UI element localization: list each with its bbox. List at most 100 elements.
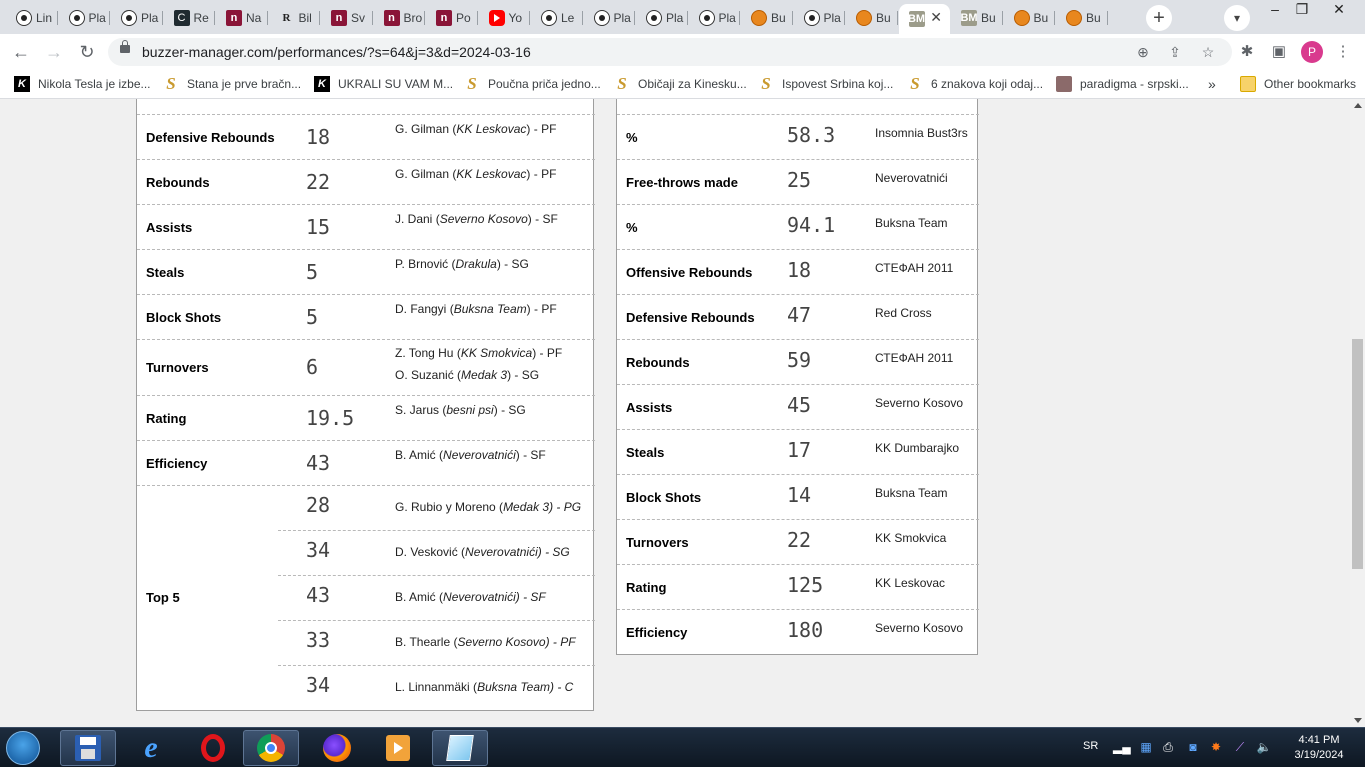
top5-player[interactable]: B. Thearle (Severno Kosovo) - PF: [395, 635, 576, 649]
browser-tab[interactable]: Le: [531, 5, 583, 31]
reload-button[interactable]: ↻: [75, 40, 99, 64]
browser-tab[interactable]: Pla: [689, 5, 740, 31]
browser-tab[interactable]: n Bro: [374, 5, 425, 31]
bookmark-star-icon[interactable]: ☆: [1197, 41, 1219, 63]
other-bookmarks[interactable]: Other bookmarks: [1240, 76, 1356, 92]
browser-tab[interactable]: Pla: [794, 5, 845, 31]
bookmark-item[interactable]: S Običaji za Kinesku...: [614, 74, 746, 93]
system-clock[interactable]: 4:41 PM 3/19/2024: [1284, 733, 1354, 763]
stat-row: Efficiency 43 B. Amić (Neverovatnići) - SF: [137, 441, 595, 486]
forward-button[interactable]: →: [42, 40, 66, 64]
menu-icon[interactable]: ⋮: [1331, 40, 1355, 64]
url-text[interactable]: buzzer-manager.com/performances/?s=64&j=…: [142, 44, 531, 60]
scroll-down-icon[interactable]: [1354, 718, 1362, 723]
avast-icon[interactable]: ✸: [1208, 739, 1224, 755]
team-name[interactable]: Red Cross: [875, 306, 932, 320]
browser-tab[interactable]: Pla: [111, 5, 163, 31]
language-indicator[interactable]: SR: [1083, 740, 1098, 752]
browser-tab[interactable]: n Na: [216, 5, 268, 31]
volume-icon[interactable]: 🔈: [1256, 739, 1272, 755]
stat-label: Efficiency: [626, 625, 688, 640]
taskbar-app-opera[interactable]: [185, 730, 241, 766]
team-name[interactable]: KK Leskovac: [875, 576, 945, 590]
bookmark-item[interactable]: S Poučna priča jedno...: [464, 74, 600, 93]
bookmark-item[interactable]: K UKRALI SU VAM M...: [314, 76, 453, 92]
top5-player[interactable]: L. Linnanmäki (Buksna Team) - C: [395, 680, 573, 694]
browser-tab[interactable]: Pla: [59, 5, 110, 31]
record-holder[interactable]: G. Gilman (KK Leskovac) - PF: [395, 167, 556, 181]
record-holder[interactable]: P. Brnović (Drakula) - SG: [395, 257, 529, 271]
browser-tab[interactable]: Yo: [479, 5, 530, 31]
bookmark-item[interactable]: paradigma - srpski...: [1056, 76, 1189, 92]
share-icon[interactable]: ⇪: [1164, 41, 1186, 63]
lock-icon[interactable]: [120, 40, 130, 53]
feather-icon[interactable]: ⟋: [1232, 739, 1248, 755]
team-name[interactable]: Severno Kosovo: [875, 396, 963, 410]
top5-player[interactable]: B. Amić (Neverovatnići) - SF: [395, 590, 546, 604]
close-tab-icon[interactable]: ✕: [930, 9, 942, 26]
taskbar-app-media[interactable]: [370, 730, 426, 766]
zoom-icon[interactable]: ⊕: [1132, 41, 1154, 63]
browser-tab[interactable]: R Bil: [269, 5, 320, 31]
team-name[interactable]: СТЕФАН 2011: [875, 351, 953, 365]
browser-tab[interactable]: BM ✕: [898, 4, 950, 34]
browser-tab[interactable]: Pla: [636, 5, 688, 31]
record-holder[interactable]: D. Fangyi (Buksna Team) - PF: [395, 302, 557, 316]
bookmarks-overflow-button[interactable]: »: [1208, 76, 1216, 92]
team-name[interactable]: KK Smokvica: [875, 531, 946, 545]
team-name[interactable]: Buksna Team: [875, 486, 948, 500]
browser-tab[interactable]: C Re: [164, 5, 215, 31]
side-panel-icon[interactable]: ▣: [1267, 40, 1291, 64]
start-button[interactable]: [6, 731, 40, 765]
top5-player[interactable]: D. Vesković (Neverovatnići) - SG: [395, 545, 570, 559]
browser-tab[interactable]: n Po: [426, 5, 478, 31]
windows-grid-icon[interactable]: ▦: [1138, 739, 1154, 755]
back-button[interactable]: ←: [9, 40, 33, 64]
address-bar[interactable]: buzzer-manager.com/performances/?s=64&j=…: [108, 38, 1232, 66]
team-name[interactable]: Severno Kosovo: [875, 621, 963, 635]
bookmark-item[interactable]: S Ispovest Srbina koj...: [758, 74, 893, 93]
signal-icon[interactable]: ▂▄: [1113, 739, 1131, 755]
top5-player[interactable]: G. Rubio y Moreno (Medak 3) - PG: [395, 500, 581, 514]
taskbar-app-chrome[interactable]: [243, 730, 299, 766]
taskbar-app-firefox[interactable]: [309, 730, 365, 766]
scroll-up-icon[interactable]: [1354, 103, 1362, 108]
browser-tab[interactable]: BM Bu: [951, 5, 1003, 31]
printer-icon[interactable]: ⎙: [1160, 739, 1176, 755]
vertical-scrollbar[interactable]: [1350, 99, 1365, 727]
browser-tab[interactable]: Lin: [6, 5, 58, 31]
bookmark-item[interactable]: K Nikola Tesla je izbe...: [14, 76, 151, 92]
browser-tab[interactable]: Bu: [1004, 5, 1055, 31]
team-name[interactable]: Insomnia Bust3rs: [875, 126, 968, 140]
screenshot-icon[interactable]: ◙: [1185, 739, 1201, 755]
bookmark-item[interactable]: S 6 znakova koji odaj...: [907, 74, 1043, 93]
taskbar-app-save[interactable]: [60, 730, 116, 766]
browser-tab[interactable]: n Sv: [321, 5, 373, 31]
taskbar-app-notes[interactable]: [432, 730, 488, 766]
browser-tab[interactable]: Bu: [846, 5, 898, 31]
close-window-icon[interactable]: ✕: [1322, 0, 1356, 20]
extensions-icon[interactable]: ✱: [1235, 40, 1259, 64]
record-holder[interactable]: Z. Tong Hu (KK Smokvica) - PF: [395, 346, 562, 360]
record-holder[interactable]: G. Gilman (KK Leskovac) - PF: [395, 122, 556, 136]
record-holder[interactable]: J. Dani (Severno Kosovo) - SF: [395, 212, 558, 226]
s-logo-icon: S: [617, 74, 627, 93]
team-name[interactable]: KK Dumbarajko: [875, 441, 959, 455]
record-holder[interactable]: S. Jarus (besni psi) - SG: [395, 403, 526, 417]
team-name[interactable]: СТЕФАН 2011: [875, 261, 953, 275]
scroll-thumb[interactable]: [1352, 339, 1363, 569]
taskbar-app-ie[interactable]: e: [123, 730, 179, 766]
browser-tab[interactable]: Bu: [1056, 5, 1108, 31]
browser-tab[interactable]: Pla: [584, 5, 635, 31]
record-holder[interactable]: B. Amić (Neverovatnići) - SF: [395, 448, 546, 462]
tab-search-button[interactable]: ▾: [1224, 5, 1250, 31]
team-name[interactable]: Neverovatnići: [875, 171, 948, 185]
restore-icon[interactable]: ❐: [1285, 0, 1319, 20]
profile-avatar[interactable]: P: [1301, 41, 1323, 63]
new-tab-button[interactable]: +: [1146, 5, 1172, 31]
stat-value: 15: [306, 214, 331, 239]
bookmark-item[interactable]: S Stana je prve bračn...: [163, 74, 301, 93]
record-holder[interactable]: O. Suzanić (Medak 3) - SG: [395, 368, 539, 382]
browser-tab[interactable]: Bu: [741, 5, 793, 31]
team-name[interactable]: Buksna Team: [875, 216, 948, 230]
